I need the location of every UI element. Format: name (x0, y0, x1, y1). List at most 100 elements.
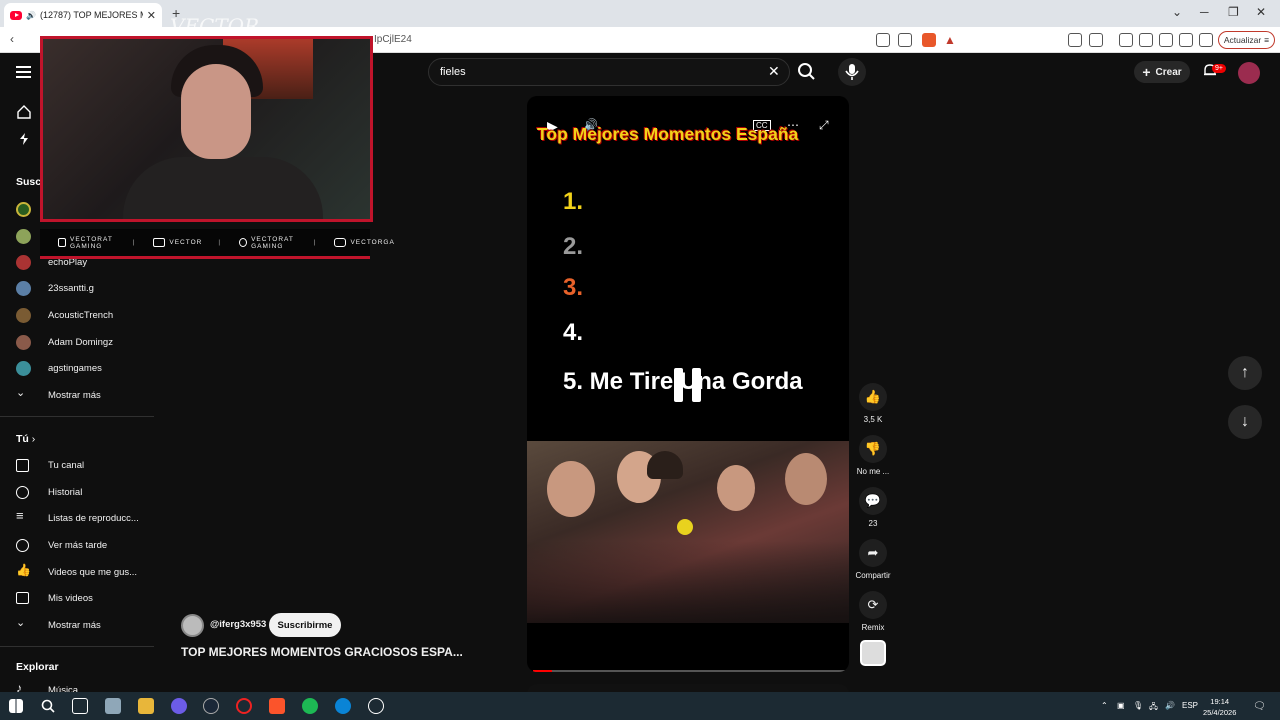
subscribe-button[interactable]: Suscribirme (269, 613, 341, 637)
youtube-icon (58, 238, 66, 247)
divider (0, 646, 154, 647)
comments-button[interactable]: 💬 23 (856, 487, 890, 528)
subscriptions-header[interactable]: Susc (16, 176, 41, 188)
channel-avatar (16, 307, 31, 323)
sidebar-item-playlists[interactable]: ≡ Listas de reproducc... (0, 507, 154, 529)
browser-tab[interactable]: 🔊 (12787) TOP MEJORES MOMENTOS ✕ (4, 3, 162, 27)
progress-track[interactable] (533, 670, 845, 672)
brave-icon[interactable] (269, 698, 285, 714)
brave-rewards-icon[interactable]: ▲ (944, 33, 956, 47)
steam-icon[interactable] (203, 698, 219, 714)
brave-shield-icon[interactable] (922, 33, 936, 47)
shorts-player[interactable]: ▶ 🔊 CC ⋯ ⤢ Top Mejores Momentos España 1… (527, 96, 849, 672)
sidebar-item-label: Mis videos (48, 592, 93, 604)
close-window-icon[interactable]: ✕ (1256, 5, 1266, 19)
show-more-label: Mostrar más (48, 619, 101, 631)
obs-icon[interactable] (368, 698, 384, 714)
search-icon[interactable] (792, 58, 822, 86)
update-button[interactable]: Actualizar ≡ (1218, 31, 1275, 49)
sidebar-subscription[interactable]: agstingames (0, 357, 154, 379)
channel-handle[interactable]: @iferg3x953 (210, 619, 266, 630)
sidebar-subscription[interactable]: Adam Domingz (0, 331, 154, 353)
channel-avatar[interactable] (16, 229, 31, 244)
sidebar-toggle-icon[interactable] (1139, 33, 1153, 47)
search-input[interactable]: fieles (428, 58, 790, 86)
arrow-down-icon[interactable]: ↓ (1228, 405, 1262, 439)
install-icon[interactable] (876, 33, 890, 47)
separator: | (218, 239, 222, 246)
menu-icon[interactable] (16, 66, 31, 78)
volume-tray-icon[interactable]: 🔊 (1165, 701, 1175, 710)
opera-icon[interactable] (236, 698, 252, 714)
like-button[interactable]: 👍 3,5 K (856, 383, 890, 424)
channel-name: AcousticTrench (48, 309, 114, 321)
audio-source-thumbnail[interactable] (860, 640, 886, 666)
close-tab-icon[interactable]: ✕ (147, 9, 156, 22)
network-icon[interactable]: 🖧 (1149, 701, 1158, 715)
share-button[interactable]: ➦ Compartir (853, 539, 893, 580)
spotify-icon[interactable] (302, 698, 318, 714)
sidebar-item-watch-later[interactable]: Ver más tarde (0, 534, 154, 556)
sidebar-subscription[interactable]: AcousticTrench (0, 304, 154, 326)
edge-icon[interactable] (335, 698, 351, 714)
channel-name: agstingames (48, 362, 102, 374)
microphone-icon[interactable] (838, 58, 866, 86)
shorts-icon[interactable] (16, 131, 32, 147)
chevron-down-icon: ⌄ (16, 387, 26, 399)
channel-avatar[interactable] (181, 614, 204, 637)
url-text[interactable]: IpCjlE24 (374, 34, 412, 45)
clock-time: 19:14 (1210, 697, 1230, 706)
music-ext-icon[interactable] (1119, 33, 1133, 47)
language-indicator[interactable]: ESP (1182, 701, 1198, 710)
file-explorer-icon[interactable] (138, 698, 154, 714)
notifications-badge: 9+ (1212, 64, 1226, 73)
wallet-icon[interactable] (1159, 33, 1173, 47)
channel-avatar[interactable] (16, 202, 31, 217)
show-more-you[interactable]: ⌄ Mostrar más (0, 614, 154, 636)
share-page-icon[interactable] (898, 33, 912, 47)
clock[interactable]: 19:14 25/4/2026 (1203, 696, 1236, 718)
sidebar-item-liked-videos[interactable]: 👍 Videos que me gus... (0, 561, 154, 583)
sidebar-subscription[interactable]: 23ssantti.g (0, 277, 154, 299)
reader-icon[interactable] (1089, 33, 1103, 47)
extensions-icon[interactable] (1068, 33, 1082, 47)
discord-icon[interactable] (171, 698, 187, 714)
fullscreen-icon[interactable]: ⤢ (819, 118, 829, 133)
rank-4: 4. (563, 319, 584, 346)
app-icon[interactable] (105, 698, 121, 714)
share-icon: ➦ (859, 539, 887, 567)
ai-icon[interactable] (1179, 33, 1193, 47)
notifications-tray-icon[interactable]: 🗨 (1253, 701, 1266, 712)
user-icon (16, 458, 29, 472)
clear-search-icon[interactable]: ✕ (768, 63, 780, 80)
search-icon[interactable] (40, 698, 56, 714)
arrow-up-icon[interactable]: ↑ (1228, 356, 1262, 390)
microphone-tray-icon[interactable]: 🎙 (1133, 701, 1143, 710)
you-header[interactable]: Tú › (16, 433, 35, 445)
windows-start-icon[interactable] (9, 699, 23, 713)
chevron-down-icon[interactable]: ⌄ (1172, 5, 1182, 19)
pause-icon[interactable] (674, 368, 683, 402)
sidebar-item-my-videos[interactable]: Mis videos (0, 587, 154, 609)
thumbs-up-icon: 👍 (16, 563, 31, 577)
social-label: VECTORAT GAMING (251, 235, 294, 250)
chevron-up-icon[interactable]: ⌃ (1101, 701, 1108, 710)
sidebar-item-your-channel[interactable]: Tu canal (0, 454, 154, 476)
back-icon[interactable]: ‹ (10, 32, 14, 46)
remix-button[interactable]: ⟳ Remix (856, 591, 890, 632)
vpn-icon[interactable] (1199, 33, 1213, 47)
create-button[interactable]: + Crear (1134, 61, 1190, 83)
maximize-icon[interactable]: ❐ (1228, 5, 1239, 19)
video-title[interactable]: TOP MEJORES MOMENTOS GRACIOSOS ESPA... (181, 645, 481, 659)
task-view-icon[interactable] (72, 698, 88, 714)
chevron-down-icon: ⌄ (16, 617, 26, 629)
tray-app-icon[interactable]: ▣ (1117, 701, 1125, 710)
sidebar-item-history[interactable]: Historial (0, 481, 154, 503)
home-icon[interactable] (16, 104, 32, 120)
minimize-icon[interactable]: ─ (1200, 5, 1209, 19)
speaker-icon: 🔊 (26, 10, 36, 20)
account-avatar[interactable] (1238, 62, 1260, 84)
show-more-subscriptions[interactable]: ⌄ Mostrar más (0, 384, 154, 406)
dislike-button[interactable]: 👎 No me ... (856, 435, 890, 476)
chevron-right-icon: › (31, 433, 36, 445)
